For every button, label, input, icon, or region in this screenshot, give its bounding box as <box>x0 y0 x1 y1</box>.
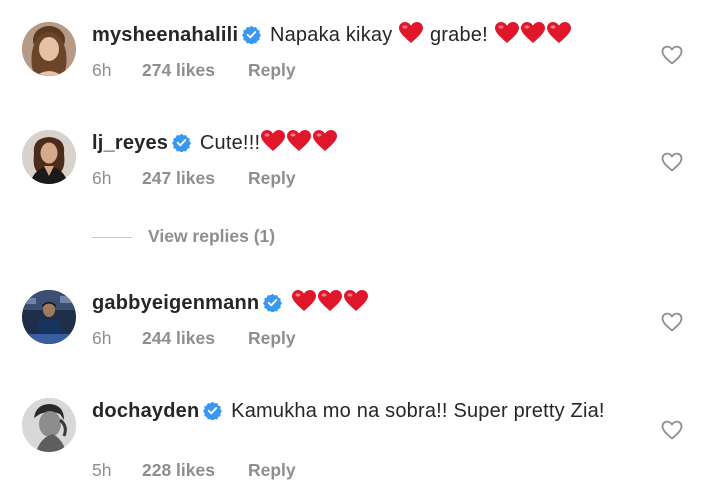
comment-meta: 6h 274 likes Reply <box>92 60 296 81</box>
red-heart-emoji <box>312 129 338 153</box>
comment-text: Cute!!! <box>199 132 261 154</box>
avatar[interactable] <box>22 398 76 452</box>
verified-badge-icon <box>203 401 223 420</box>
comment-timestamp: 6h <box>92 168 112 188</box>
comment-meta: 6h 247 likes Reply <box>92 168 296 189</box>
comment-likes[interactable]: 247 likes <box>142 168 248 189</box>
reply-button[interactable]: Reply <box>248 60 296 81</box>
comment-likes[interactable]: 228 likes <box>142 460 248 481</box>
comment-meta: 5h 228 likes Reply <box>92 460 296 481</box>
red-heart-emoji <box>343 289 369 313</box>
comment-text: Napaka kikay <box>269 24 393 46</box>
reply-button[interactable]: Reply <box>248 168 296 189</box>
reply-button[interactable]: Reply <box>248 328 296 349</box>
view-replies-label[interactable]: View replies (1) <box>148 226 275 246</box>
red-heart-emoji <box>286 129 312 153</box>
verified-badge-icon <box>172 133 192 152</box>
reply-button[interactable]: Reply <box>248 460 296 481</box>
avatar[interactable] <box>22 22 76 76</box>
heart-outline-icon[interactable] <box>660 310 684 334</box>
red-heart-emoji <box>317 289 343 313</box>
heart-outline-icon[interactable] <box>660 43 684 67</box>
verified-badge-icon <box>242 25 262 44</box>
view-replies-button[interactable]: View replies (1) <box>92 226 275 252</box>
heart-outline-icon[interactable] <box>660 418 684 442</box>
comment-username[interactable]: mysheenahalili <box>92 24 238 46</box>
comments-list: mysheenahalili Napaka kikay grabe! 6h 274… <box>0 0 720 491</box>
red-heart-emoji <box>494 21 520 45</box>
comment-username[interactable]: gabbyeigenmann <box>92 292 259 314</box>
comment-likes[interactable]: 244 likes <box>142 328 248 349</box>
comment-text: Kamukha mo na sobra!! Super pretty Zia! <box>231 400 605 422</box>
comment-timestamp: 5h <box>92 460 112 480</box>
divider <box>92 236 132 239</box>
comment-body: dochayden Kamukha mo na sobra!! Super pr… <box>92 397 650 426</box>
comment-likes[interactable]: 274 likes <box>142 60 248 81</box>
verified-badge-icon <box>263 293 283 312</box>
comment-timestamp: 6h <box>92 328 112 348</box>
comment-username[interactable]: dochayden <box>92 400 199 422</box>
red-heart-emoji <box>291 289 317 313</box>
comment-meta: 6h 244 likes Reply <box>92 328 296 349</box>
comment-body: gabbyeigenmann <box>92 289 650 318</box>
comment-username[interactable]: lj_reyes <box>92 132 168 154</box>
red-heart-emoji <box>398 21 424 45</box>
comment-text: grabe! <box>429 24 488 46</box>
avatar[interactable] <box>22 290 76 344</box>
heart-outline-icon[interactable] <box>660 150 684 174</box>
red-heart-emoji <box>546 21 572 45</box>
red-heart-emoji <box>260 129 286 153</box>
comment-body: mysheenahalili Napaka kikay grabe! <box>92 21 650 50</box>
red-heart-emoji <box>520 21 546 45</box>
comment-body: lj_reyes Cute!!! <box>92 129 650 158</box>
avatar[interactable] <box>22 130 76 184</box>
comment-timestamp: 6h <box>92 60 112 80</box>
